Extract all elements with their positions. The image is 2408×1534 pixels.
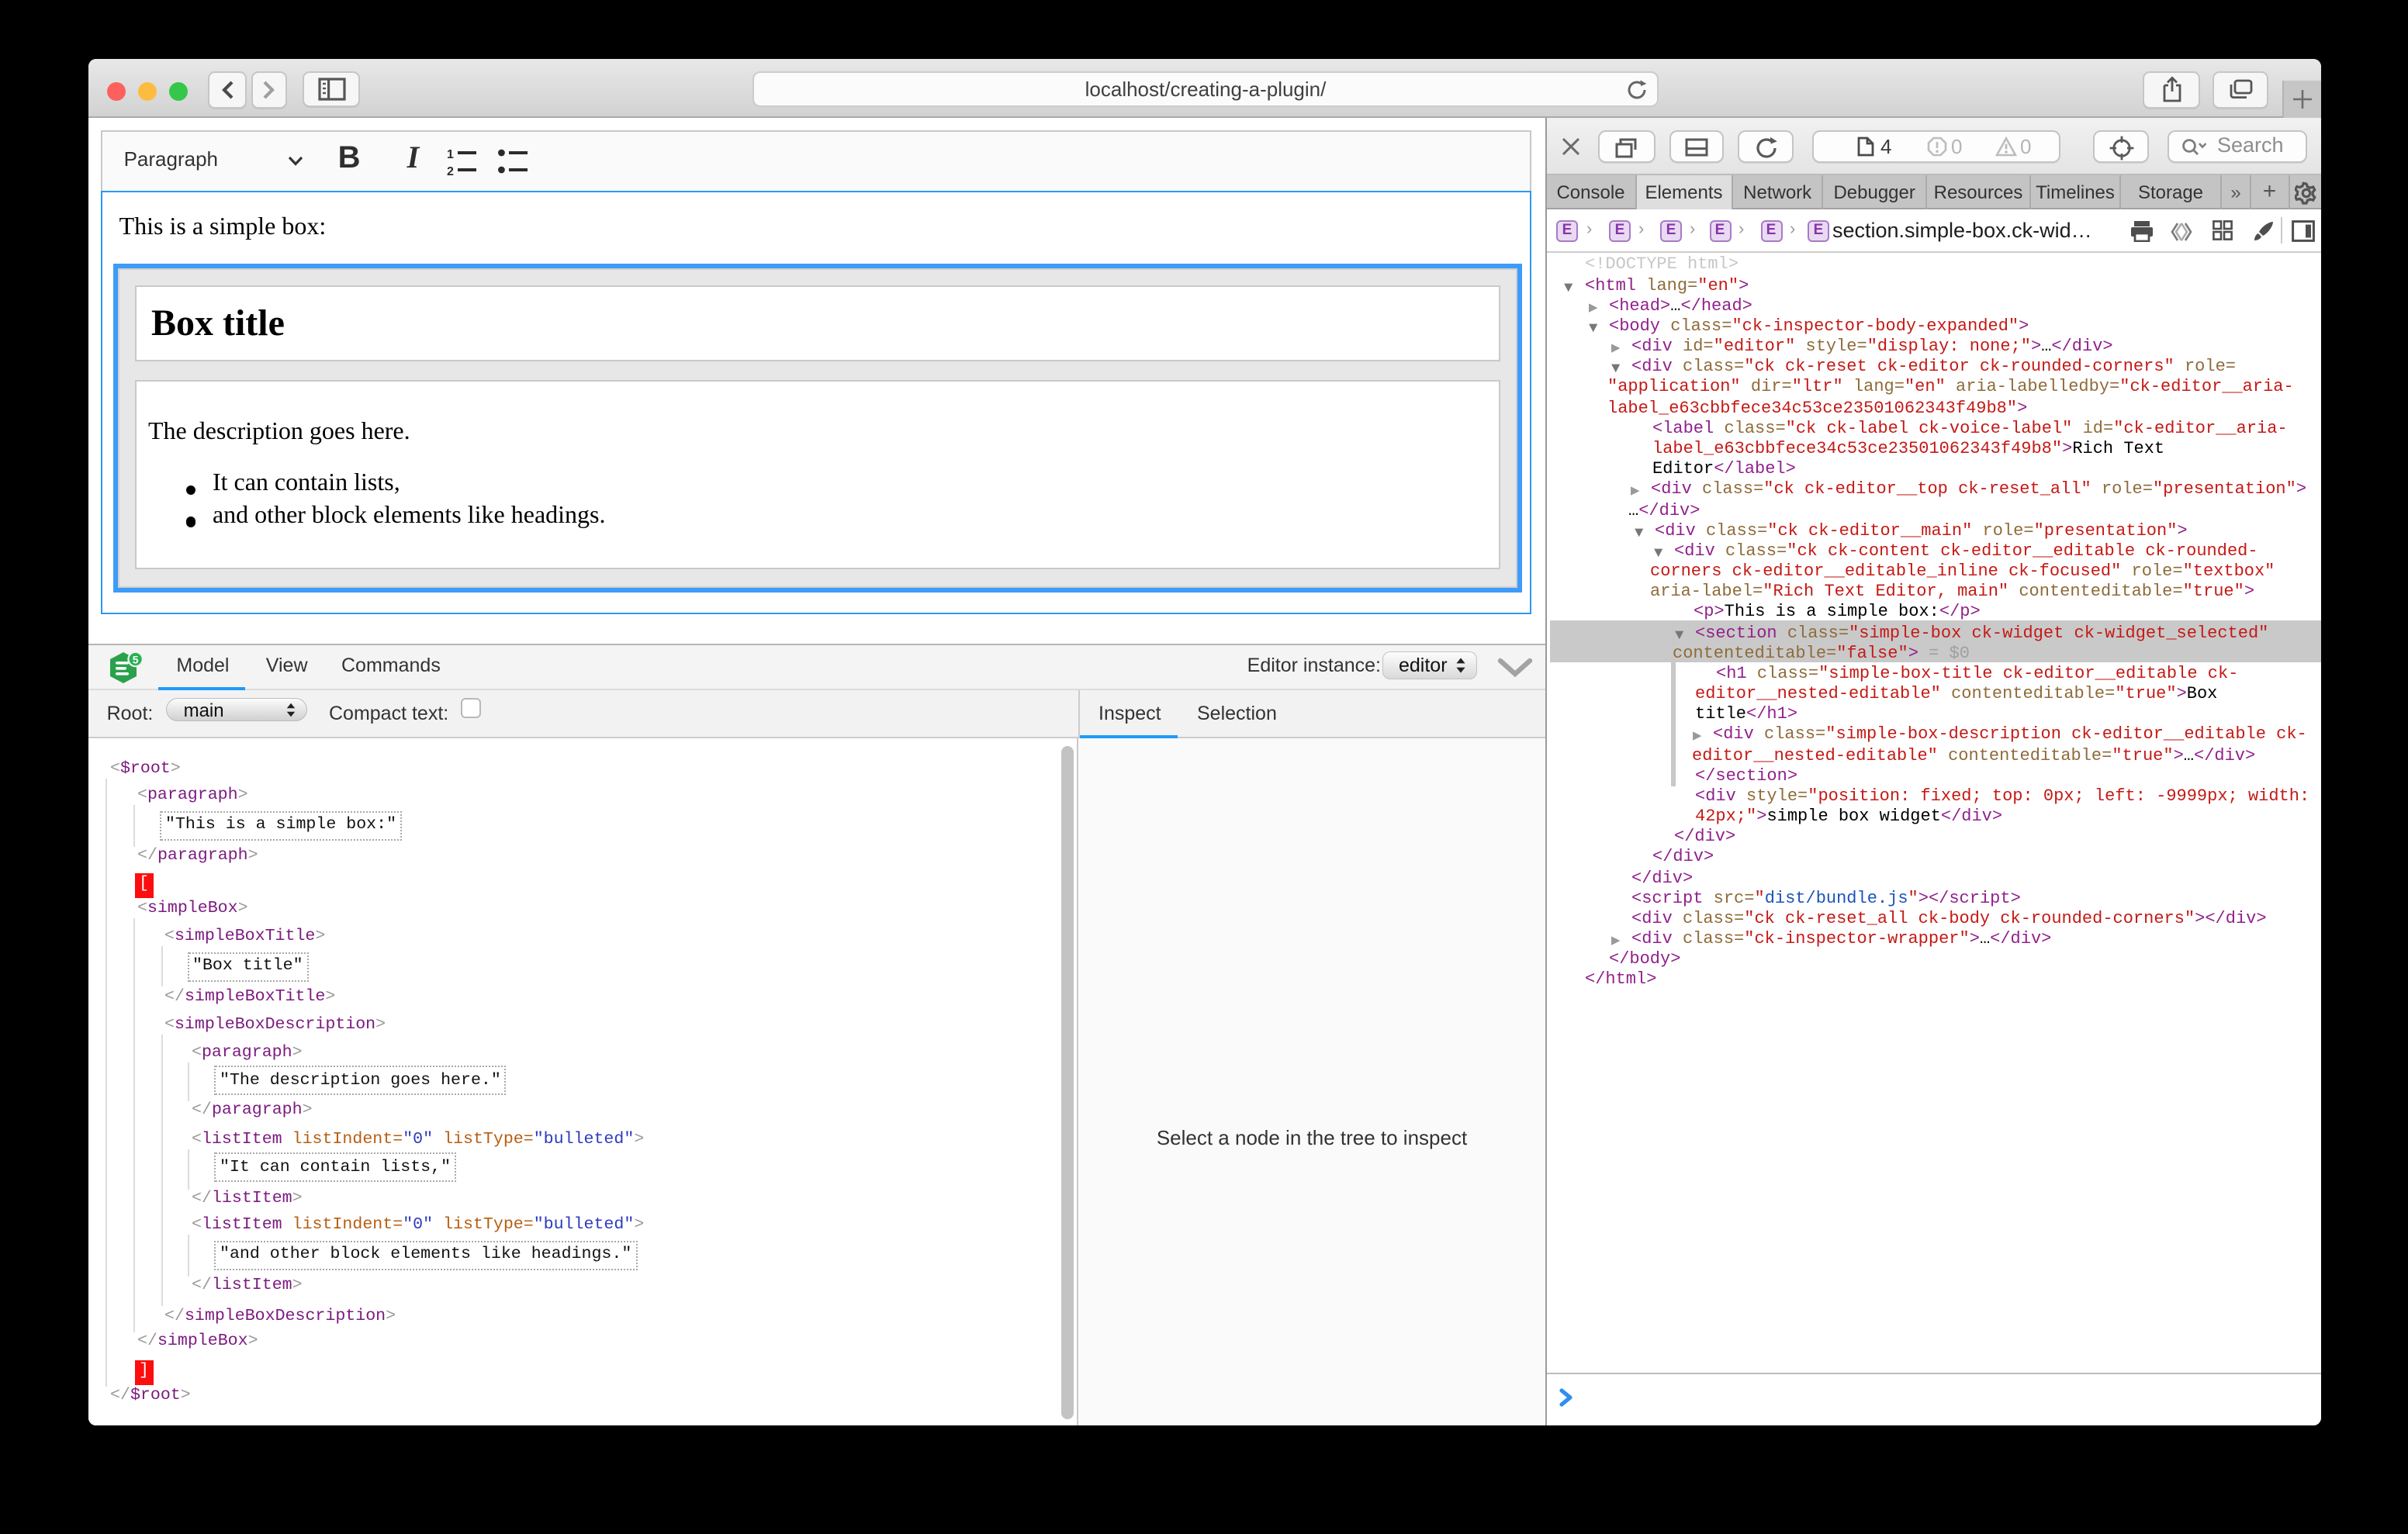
svg-text:1: 1 <box>448 147 455 161</box>
svg-text:5: 5 <box>132 655 138 667</box>
svg-text:2: 2 <box>448 164 455 176</box>
